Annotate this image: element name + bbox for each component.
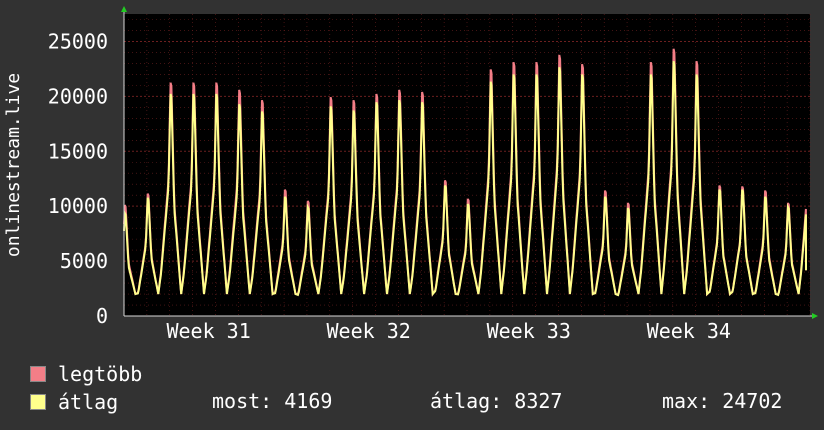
legend-label-avg: átlag (58, 390, 119, 414)
chart: 0 5000 10000 15000 20000 25000 Week 31 Week 32… (3, 6, 818, 343)
x-tick-label: Week 34 (647, 319, 731, 343)
legend-label-max: legtöbb (58, 362, 143, 386)
y-axis-ticks: 0 5000 10000 15000 20000 25000 (48, 29, 108, 328)
legend-swatch-max (30, 366, 46, 382)
y-axis-label: onlinestream.live (3, 73, 24, 257)
y-tick-label: 10000 (48, 194, 108, 218)
y-axis-arrow (121, 6, 127, 12)
y-tick-label: 20000 (48, 84, 108, 108)
x-tick-label: Week 33 (487, 319, 571, 343)
x-tick-label: Week 31 (166, 319, 250, 343)
stat-now: most: 4169 (212, 389, 333, 413)
legend-swatch-avg (30, 394, 46, 410)
legend-item-avg: átlag (30, 390, 119, 414)
x-axis-ticks: Week 31 Week 32 Week 33 Week 34 (166, 319, 730, 343)
y-tick-label: 25000 (48, 29, 108, 53)
y-tick-label: 5000 (60, 249, 108, 273)
stat-avg: átlag: 8327 (430, 389, 563, 413)
x-tick-label: Week 32 (327, 319, 411, 343)
legend-item-max: legtöbb (30, 362, 143, 386)
stat-max: max: 24702 (662, 389, 783, 413)
x-axis-arrow (812, 313, 818, 319)
y-tick-label: 0 (96, 304, 108, 328)
y-tick-label: 15000 (48, 139, 108, 163)
